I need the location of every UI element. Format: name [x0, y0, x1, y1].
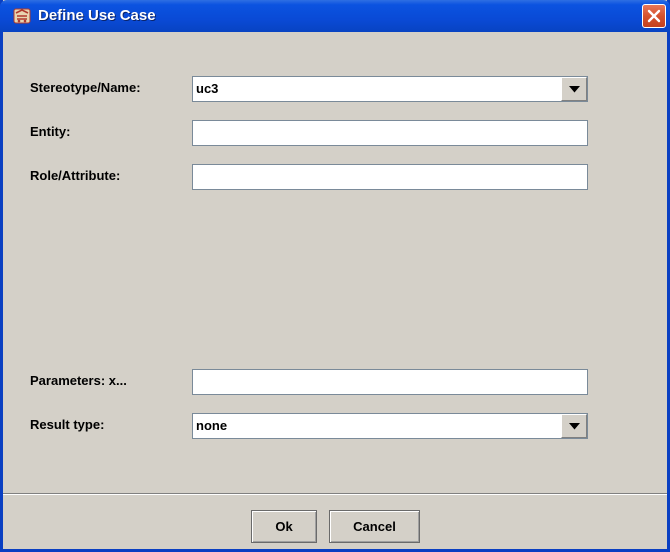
role-attribute-field[interactable] — [192, 164, 588, 190]
stereotype-name-label: Stereotype/Name: — [30, 80, 141, 95]
result-type-value: none — [196, 418, 228, 433]
parameters-field[interactable] — [192, 369, 588, 395]
window-title: Define Use Case — [38, 7, 156, 24]
result-type-combo[interactable]: none — [192, 413, 588, 439]
stereotype-name-value: uc3 — [196, 81, 219, 96]
entity-label: Entity: — [30, 124, 71, 139]
stereotype-dropdown-button[interactable] — [561, 77, 587, 101]
role-attribute-label: Role/Attribute: — [30, 168, 121, 183]
define-use-case-dialog: Define Use Case Stereotype/Name: uc3 Ent… — [0, 0, 670, 552]
stereotype-name-combo[interactable]: uc3 — [192, 76, 588, 102]
chevron-down-icon — [569, 86, 580, 93]
result-type-label: Result type: — [30, 417, 105, 432]
app-icon — [13, 7, 31, 25]
cancel-button[interactable]: Cancel — [329, 510, 420, 543]
button-bar: Ok Cancel — [3, 493, 667, 550]
chevron-down-icon — [569, 423, 580, 430]
close-button[interactable] — [642, 4, 666, 28]
ok-button[interactable]: Ok — [251, 510, 317, 543]
close-icon — [647, 9, 661, 23]
title-bar[interactable]: Define Use Case — [0, 0, 670, 32]
parameters-label: Parameters: x... — [30, 373, 127, 388]
result-type-dropdown-button[interactable] — [561, 414, 587, 438]
entity-field[interactable] — [192, 120, 588, 146]
